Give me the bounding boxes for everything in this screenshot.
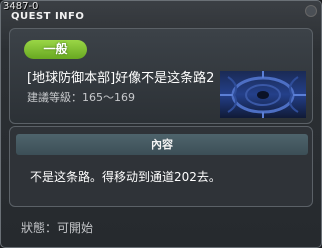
quest-level: 建議等級：165～169 [27, 91, 135, 104]
quest-thumbnail-image [220, 71, 306, 118]
quest-category-badge: 一般 [24, 40, 87, 59]
content-text: 不是这条路。得移动到通道202去。 [30, 170, 221, 184]
window-title: QUEST INFO [11, 11, 85, 22]
quest-info-window: 3487-0 QUEST INFO 一般 [地球防御本部]好像不是这条路2 建議… [0, 0, 322, 248]
status-label: 狀態： [21, 221, 58, 235]
status-value: 可開始 [57, 221, 94, 235]
quest-name: [地球防御本部]好像不是这条路2 [27, 71, 215, 86]
close-icon[interactable] [305, 5, 317, 17]
quest-content-panel: 內容 不是这条路。得移动到通道202去。 [9, 126, 313, 207]
quest-summary-panel: 一般 [地球防御本部]好像不是这条路2 建議等級：165～169 [9, 28, 313, 124]
content-header: 內容 [16, 134, 308, 155]
